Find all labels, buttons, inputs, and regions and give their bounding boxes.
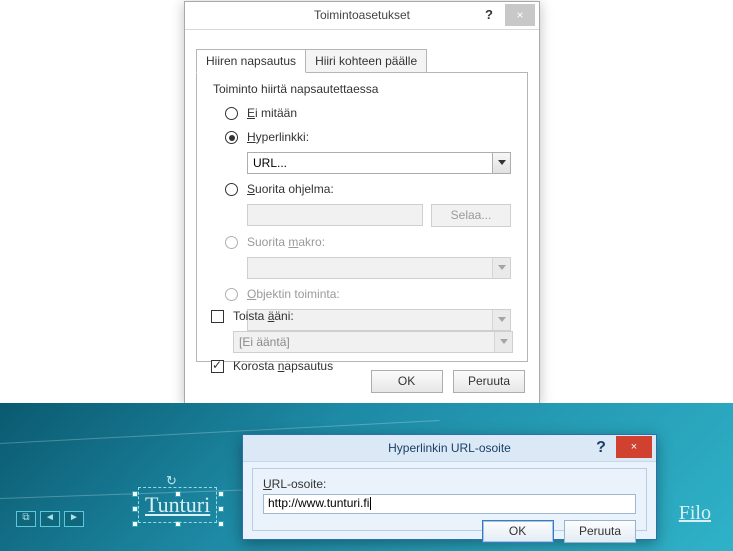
play-sound-checkbox[interactable] [211,310,224,323]
dialog1-buttons: OK Peruuta [365,370,525,393]
radio-run-program[interactable] [225,183,238,196]
radio-run-program-label[interactable]: Suorita ohjelma: [247,182,334,196]
play-sound-row: Toista ääni: [211,307,513,329]
hyperlink-url-dialog: Hyperlinkin URL-osoite ? × URL-osoite: h… [242,434,657,540]
nav-first-icon[interactable]: ⧉ [16,511,36,527]
dialog2-ok-button[interactable]: OK [482,520,554,543]
action-group-title: Toiminto hiirtä napsautettaessa [213,82,378,96]
macro-dropdown [247,257,511,279]
radio-hyperlink-label[interactable]: Hyperlinkki: [247,130,309,144]
nav-prev-icon[interactable]: ◄ [40,511,60,527]
dialog1-help-button[interactable]: ? [475,4,503,26]
macro-dropdown-button [492,258,510,278]
radio-none[interactable] [225,107,238,120]
sound-dropdown-button [494,332,512,352]
option-run-macro-row: Suorita makro: [225,233,511,255]
dialog1-close-button[interactable]: × [505,4,535,26]
slide-nav-icons: ⧉ ◄ ► [16,511,84,527]
url-label: URL-osoite: [263,477,636,491]
dialog1-cancel-button[interactable]: Peruuta [453,370,525,393]
tab-mouse-over[interactable]: Hiiri kohteen päälle [306,49,427,73]
dialog1-titlebar[interactable]: Toimintoasetukset ? × [185,2,539,30]
slide-hyperlink-filo[interactable]: Filo [679,502,711,525]
dialog2-buttons: OK Peruuta [263,520,636,543]
browse-button: Selaa... [431,204,511,227]
radio-object-action [225,288,238,301]
dialog2-titlebar[interactable]: Hyperlinkin URL-osoite ? × [243,435,656,462]
selection-handle[interactable] [218,506,224,512]
dialog2-help-button[interactable]: ? [588,437,614,459]
selection-handle[interactable] [218,491,224,497]
dialog1-ok-button[interactable]: OK [371,370,443,393]
highlight-click-label[interactable]: Korosta napsautus [233,359,333,373]
rotate-handle-icon[interactable]: ↻ [166,473,180,487]
nav-next-icon[interactable]: ► [64,511,84,527]
option-run-program-row: Suorita ohjelma: [225,180,511,202]
url-input-value: http://www.tunturi.fi [268,496,369,510]
radio-object-action-label: Objektin toiminta: [247,287,340,301]
highlight-click-checkbox[interactable] [211,360,224,373]
sound-dropdown-value: [Ei ääntä] [239,335,290,349]
action-settings-dialog: Toimintoasetukset ? × Hiiren napsautusHi… [184,1,540,405]
dialog2-cancel-button[interactable]: Peruuta [564,520,636,543]
dialog2-close-button[interactable]: × [616,436,652,458]
play-sound-label[interactable]: Toista ääni: [233,309,294,323]
text-caret [370,497,371,510]
option-hyperlink-row: Hyperlinkki: [225,128,511,150]
selection-handle[interactable] [218,521,224,527]
radio-none-label[interactable]: Ei mitään [247,106,297,120]
radio-hyperlink[interactable] [225,131,238,144]
radio-run-macro-label: Suorita makro: [247,235,325,249]
run-program-path-input [247,204,423,226]
url-input[interactable]: http://www.tunturi.fi [263,494,636,514]
tab-mouse-click[interactable]: Hiiren napsautus [196,49,306,73]
action-group: Toiminto hiirtä napsautettaessa Ei mitää… [211,84,513,302]
dialog1-tabs: Hiiren napsautusHiiri kohteen päälle [196,49,427,73]
dialog2-body: URL-osoite: http://www.tunturi.fi OK Per… [252,468,647,531]
hyperlink-dropdown-button[interactable] [492,153,510,173]
hyperlink-dropdown[interactable]: URL... [247,152,511,174]
sound-dropdown: [Ei ääntä] [233,331,513,353]
hyperlink-dropdown-value: URL... [253,156,287,170]
radio-run-macro [225,236,238,249]
slide-hyperlink-tunturi[interactable]: Tunturi [138,487,217,523]
option-object-action-row: Objektin toiminta: [225,285,511,307]
dialog1-tabpanel: Toiminto hiirtä napsautettaessa Ei mitää… [196,72,528,362]
option-none-row: Ei mitään [225,104,511,126]
